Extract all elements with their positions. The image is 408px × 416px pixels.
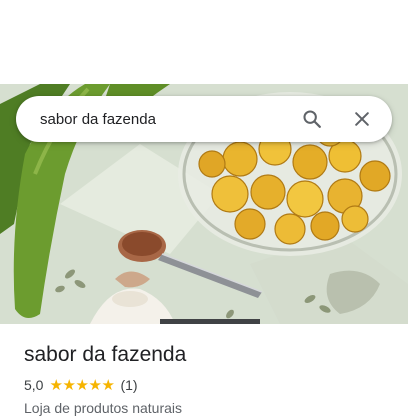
place-title[interactable]: sabor da fazenda <box>24 342 394 368</box>
place-info: sabor da fazenda 5,0 ★ ★ ★ ★ ★ (1) Loja … <box>24 342 394 416</box>
rating-stars: ★ ★ ★ ★ ★ <box>49 378 114 393</box>
search-icon <box>303 110 321 128</box>
star-icon: ★ <box>49 376 63 394</box>
close-icon <box>355 112 369 126</box>
clear-search-button[interactable] <box>344 101 380 137</box>
map-top-area <box>0 0 408 84</box>
star-icon: ★ <box>62 376 76 394</box>
rating-value: 5,0 <box>24 377 44 393</box>
star-icon: ★ <box>75 376 89 394</box>
place-category: Loja de produtos naturais <box>24 400 182 416</box>
search-input[interactable]: sabor da fazenda <box>40 111 294 128</box>
star-icon: ★ <box>101 376 115 394</box>
rating-row[interactable]: 5,0 ★ ★ ★ ★ ★ (1) <box>24 376 394 394</box>
review-count[interactable]: (1) <box>120 377 137 393</box>
search-button[interactable] <box>294 101 330 137</box>
search-bar[interactable]: sabor da fazenda <box>16 96 392 142</box>
star-icon: ★ <box>88 376 102 394</box>
